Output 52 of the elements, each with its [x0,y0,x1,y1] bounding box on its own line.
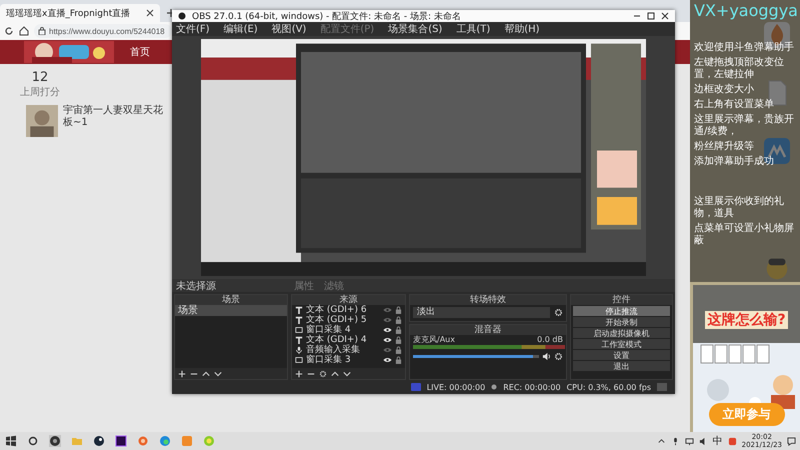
browser-tab[interactable]: 瑶瑶瑶瑶x直播_Fropnight直播 [0,4,160,22]
panel-title: 混音器 [410,325,566,335]
tab-title: 瑶瑶瑶瑶x直播_Fropnight直播 [6,8,130,20]
input-method-indicator[interactable]: 中 [712,434,723,448]
menu-item[interactable]: 场景集合(S) [388,22,442,36]
source-item[interactable]: 窗口采集 4 [306,325,380,335]
stat-label: 上周打分 [20,86,60,99]
source-item[interactable]: 文本 (GDI+) 4 [306,335,380,345]
transition-dropdown[interactable]: 淡出 [413,307,550,318]
menu-item[interactable]: 视图(V) [272,22,306,36]
overlay-title: VX+yaoggya [694,2,796,20]
chat-message: 粉丝牌升级等 [694,141,755,153]
source-item[interactable]: 文本 (GDI+) 5 [306,315,380,325]
chat-message: 边框改变大小 [694,84,755,96]
source-item[interactable]: 文本 (GDI+) 6 [306,305,380,315]
address-bar[interactable]: https://www.douyu.com/5244018 [34,24,172,38]
control-button[interactable]: 开始录制 [573,317,670,327]
menu-item[interactable]: 文件(F) [176,22,210,36]
menu-item[interactable]: 工具(T) [456,22,490,36]
cpu-status: CPU: 0.3%, 60.00 fps [566,382,651,392]
rec-timer: REC: 00:00:00 [503,382,561,392]
panel-title: 场景 [175,295,287,305]
panel-title: 转场特效 [410,295,566,305]
url-text: https://www.douyu.com/5244018 [49,26,165,36]
chat-message: 左键拖拽顶部改变位置，左键拉伸 [694,57,785,81]
panel-title: 来源 [292,295,405,305]
gift-message: 这里展示你收到的礼物，道具 [694,196,785,220]
control-button[interactable]: 退出 [573,361,670,371]
nav-link[interactable]: 首页 [130,45,150,59]
chat-message: 右上角有设置菜单 [694,99,775,111]
gift-message: 点菜单可设置小礼物屏蔽 [694,223,795,247]
menu-item[interactable]: 帮助(H) [504,22,540,36]
control-button[interactable]: 设置 [573,350,670,360]
scene-item[interactable]: 场景 [175,305,287,316]
control-button[interactable]: 工作室模式 [573,339,670,349]
chat-message: 添加弹幕助手成功 [694,156,775,168]
control-button[interactable]: 停止推流 [573,306,670,316]
window-title: OBS 27.0.1 (64-bit, windows) - 配置文件: 未命名 - 场景: 未命名 [192,10,462,22]
volume-reading: 0.0 dB [537,335,563,344]
no-source-label: 未选择源 [176,280,217,292]
control-button[interactable]: 启动虚拟摄像机 [573,328,670,338]
panel-title: 控件 [571,295,672,305]
stat-value: 12 [32,70,48,85]
source-item[interactable]: 窗口采集 3 [306,355,380,365]
room-title: 宇宙第一人妻双星天花板~1 [63,105,163,129]
chat-message: 欢迎使用斗鱼弹幕助手 [694,42,795,54]
channel-name: 麦克风/Aux [413,335,455,344]
live-timer: LIVE: 00:00:00 [426,382,486,392]
menu-item[interactable]: 编辑(E) [224,22,258,36]
source-item[interactable]: 音频输入采集 [306,345,380,355]
ad-headline: 这牌怎么输? [705,311,788,329]
chat-message: 这里展示弹幕，贵族开通/续费， [694,114,795,138]
